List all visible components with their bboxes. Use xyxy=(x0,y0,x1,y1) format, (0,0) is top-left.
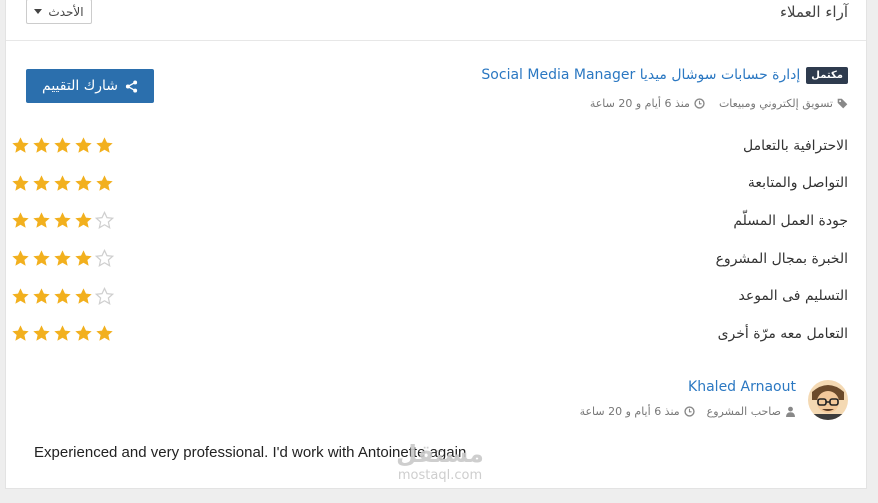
star-filled-icon xyxy=(54,250,71,266)
project-meta: تسويق إلكتروني ومبيعات منذ 6 أيام و 20 س… xyxy=(590,95,848,111)
star-filled-icon xyxy=(75,212,92,229)
project-title-link[interactable]: إدارة حسابات سوشال ميديا Social Media Ma… xyxy=(481,67,800,83)
star-rating xyxy=(11,249,114,268)
star-filled-icon xyxy=(54,175,71,191)
share-icon xyxy=(125,79,138,93)
star-filled-icon xyxy=(12,250,29,266)
section-title: آراء العملاء xyxy=(779,3,848,21)
reviewer-time-label: منذ 6 أيام و 20 ساعة xyxy=(579,404,680,418)
rating-row: الخبرة بمجال المشروع xyxy=(8,240,848,278)
star-filled-icon xyxy=(96,325,113,341)
star-filled-icon xyxy=(12,212,29,229)
rating-label: التسليم فى الموعد xyxy=(738,288,849,305)
share-rating-button[interactable]: شارك التقييم xyxy=(26,69,154,103)
rating-label: الاحترافية بالتعامل xyxy=(742,137,848,154)
rating-row: التسليم فى الموعد xyxy=(8,277,848,315)
reviewer-role-label: صاحب المشروع xyxy=(706,404,781,418)
watermark-arabic: مستقل xyxy=(396,440,484,468)
rating-row: جودة العمل المسلّم xyxy=(8,202,848,240)
star-rating xyxy=(11,211,114,230)
star-rating xyxy=(11,174,114,193)
avatar[interactable] xyxy=(808,380,848,420)
star-filled-icon xyxy=(12,175,29,191)
star-empty-icon xyxy=(95,286,114,305)
mostaql-watermark: مستقل mostaql.com xyxy=(388,440,492,492)
reviewer-time: منذ 6 أيام و 20 ساعة xyxy=(580,405,695,418)
star-filled-icon xyxy=(75,137,92,154)
rating-row: الاحترافية بالتعامل xyxy=(8,127,848,165)
card-header: آراء العملاء الأحدث xyxy=(6,0,866,41)
star-filled-icon xyxy=(12,288,29,304)
star-rating xyxy=(11,286,114,306)
star-filled-icon xyxy=(12,137,29,154)
reviewer-meta: صاحب المشروع منذ 6 أيام و 20 ساعة xyxy=(580,403,796,419)
project-category[interactable]: تسويق إلكتروني ومبيعات xyxy=(719,97,848,110)
watermark-latin: mostaql.com xyxy=(397,468,483,483)
star-filled-icon xyxy=(33,250,50,266)
star-empty-icon xyxy=(95,211,114,230)
star-rating xyxy=(11,136,114,155)
tags-icon xyxy=(837,98,848,108)
category-label: تسويق إلكتروني ومبيعات xyxy=(718,96,833,110)
star-empty-icon xyxy=(95,249,114,268)
user-icon xyxy=(786,406,795,417)
star-filled-icon xyxy=(75,325,92,341)
rating-label: جودة العمل المسلّم xyxy=(733,212,848,229)
star-filled-icon xyxy=(54,137,71,154)
clock-icon xyxy=(694,97,705,109)
time-label: منذ 6 أيام و 20 ساعة xyxy=(589,96,690,110)
star-filled-icon xyxy=(33,137,50,154)
project-time: منذ 6 أيام و 20 ساعة xyxy=(590,97,705,110)
star-filled-icon xyxy=(33,212,50,229)
rating-label: الخبرة بمجال المشروع xyxy=(715,250,848,267)
star-filled-icon xyxy=(54,212,71,229)
star-filled-icon xyxy=(12,325,29,341)
star-filled-icon xyxy=(75,175,92,191)
star-filled-icon xyxy=(33,175,50,191)
star-filled-icon xyxy=(33,325,50,341)
clock-icon xyxy=(684,405,695,417)
star-filled-icon xyxy=(75,250,92,266)
sort-label: الأحدث xyxy=(48,4,84,19)
star-filled-icon xyxy=(54,288,71,304)
star-rating xyxy=(11,324,114,343)
status-badge: مكتمل xyxy=(806,66,848,84)
caret-down-icon xyxy=(34,9,43,14)
star-filled-icon xyxy=(96,137,113,154)
sort-dropdown[interactable]: الأحدث xyxy=(26,0,92,24)
rating-row: التعامل معه مرّة أخرى xyxy=(8,315,848,353)
rating-row: التواصل والمتابعة xyxy=(8,165,848,203)
ratings-list: الاحترافية بالتعامل التواصل والمتابعة جودة… xyxy=(8,127,848,353)
share-button-label: شارك التقييم xyxy=(42,78,118,94)
star-filled-icon xyxy=(75,288,92,304)
project-title-line: مكتمل إدارة حسابات سوشال ميديا Social Me… xyxy=(481,64,848,86)
rating-label: التعامل معه مرّة أخرى xyxy=(717,325,848,342)
star-filled-icon xyxy=(33,288,50,304)
avatar-image xyxy=(808,380,848,420)
star-filled-icon xyxy=(54,325,71,341)
reviews-card: آراء العملاء الأحدث شارك التقييم مكتمل إ… xyxy=(5,0,867,489)
star-filled-icon xyxy=(96,175,113,191)
rating-label: التواصل والمتابعة xyxy=(747,175,848,192)
reviewer-role: صاحب المشروع xyxy=(707,405,796,418)
reviewer-name-link[interactable]: Khaled Arnaout xyxy=(688,379,796,395)
